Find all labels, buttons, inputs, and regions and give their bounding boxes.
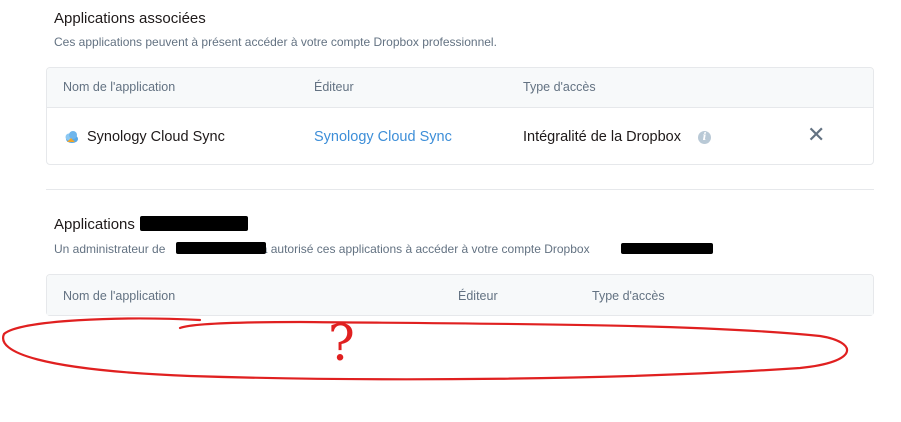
redaction-mark [176,242,266,254]
access-type: Intégralité de la Dropbox [523,129,681,145]
associated-apps-description: Ces applications peuvent à présent accéd… [54,35,497,49]
column-header-publisher: Éditeur [314,80,354,94]
question-mark-annotation: ? [328,314,355,372]
column-header-app-name: Nom de l'application [63,80,176,94]
team-apps-title-text: Applications [54,216,135,233]
info-icon[interactable]: i [698,131,711,144]
redaction-mark [621,243,713,254]
redaction-mark [140,216,248,231]
associated-apps-title: Applications associées [54,10,206,27]
column-header-publisher: Éditeur [458,289,498,303]
description-middle: a autorisé ces applications à accéder à … [260,242,590,256]
team-apps-title: Applications [54,216,135,233]
red-scribble-annotation [2,317,849,381]
remove-app-close-icon[interactable]: ✕ [807,125,825,147]
column-header-access-type: Type d'accès [592,289,665,303]
team-apps-description: Un administrateur de a autorisé ces appl… [54,242,590,256]
column-header-access-type: Type d'accès [523,80,596,94]
synology-app-icon [63,129,79,145]
column-header-app-name: Nom de l'application [63,289,176,303]
app-name: Synology Cloud Sync [87,129,225,145]
team-apps-table: Nom de l'application Éditeur Type d'accè… [46,274,874,316]
description-prefix: Un administrateur de [54,242,169,256]
table-header: Nom de l'application Éditeur Type d'accè… [47,68,873,108]
table-header: Nom de l'application Éditeur Type d'accè… [47,275,873,315]
publisher-link[interactable]: Synology Cloud Sync [314,129,452,145]
associated-apps-table: Nom de l'application Éditeur Type d'accè… [46,67,874,165]
section-divider [46,189,874,190]
